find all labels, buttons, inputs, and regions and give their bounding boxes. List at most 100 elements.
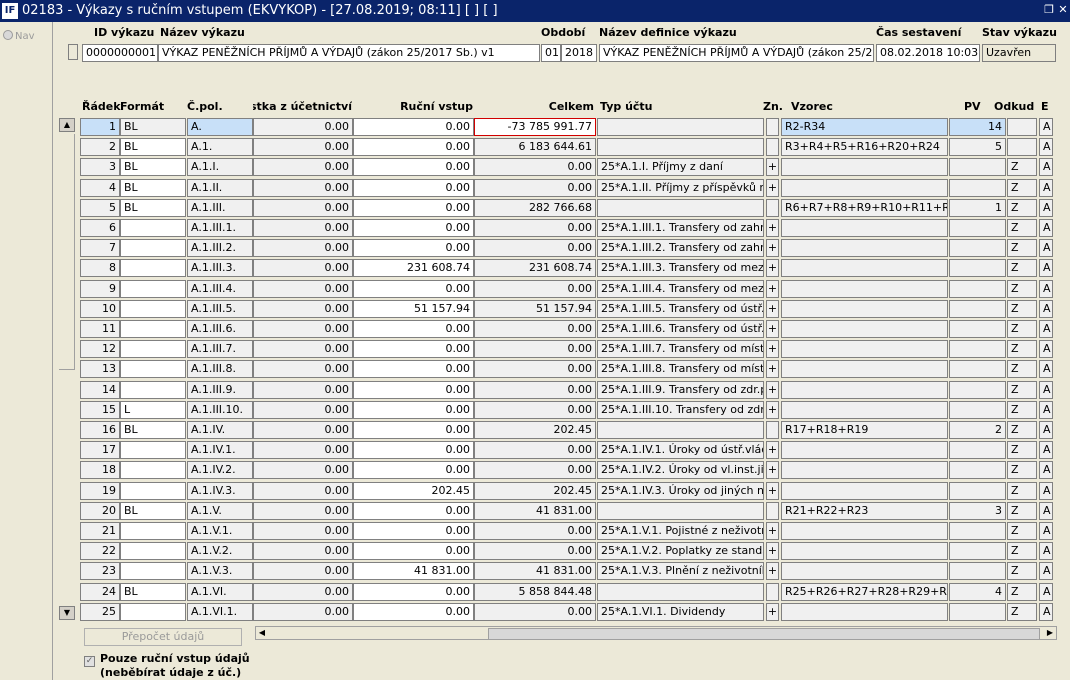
cell-e[interactable]: A [1039, 400, 1053, 419]
cell-zn[interactable]: + [766, 380, 779, 399]
cell-e[interactable]: A [1039, 602, 1053, 621]
cell-vzorec[interactable] [781, 602, 948, 621]
cell-pv[interactable] [949, 380, 1006, 399]
cell-odkud[interactable]: Z [1007, 259, 1037, 278]
cell-odkud[interactable]: Z [1007, 421, 1037, 439]
cell-typ[interactable] [597, 198, 764, 217]
cell-cpol[interactable]: A.1.V. [187, 501, 253, 520]
cell-odkud[interactable]: Z [1007, 219, 1037, 237]
cell-e[interactable]: A [1039, 360, 1053, 379]
cell-format[interactable] [120, 320, 186, 338]
cell-zn[interactable]: + [766, 219, 779, 237]
cell-e[interactable]: A [1039, 582, 1053, 601]
cell-typ[interactable]: 25*A.1.V.2. Poplatky ze standard. záruk [597, 542, 764, 561]
cell-rucni[interactable]: 0.00 [353, 320, 474, 338]
scroll-down-icon[interactable]: ▼ [59, 606, 75, 620]
cell-rucni[interactable]: 0.00 [353, 279, 474, 298]
cell-cpol[interactable]: A.1. [187, 138, 253, 157]
cell-rucni[interactable]: 0.00 [353, 400, 474, 419]
cell-format[interactable]: BL [120, 178, 186, 197]
cell-odkud[interactable]: Z [1007, 542, 1037, 561]
cell-zn[interactable] [766, 501, 779, 520]
cell-typ[interactable]: 25*A.1.VI.1. Dividendy [597, 602, 764, 621]
cell-radek[interactable]: 21 [80, 522, 120, 540]
cell-pv[interactable] [949, 299, 1006, 318]
cell-zn[interactable]: + [766, 542, 779, 561]
cell-vzorec[interactable]: R25+R26+R27+R28+R29+R30+R31 [781, 582, 948, 601]
cell-vzorec[interactable] [781, 562, 948, 581]
cell-zn[interactable]: + [766, 441, 779, 460]
cell-typ[interactable] [597, 501, 764, 520]
cell-cpol[interactable]: A.1.VI. [187, 582, 253, 601]
cell-castka[interactable]: 0.00 [253, 582, 353, 601]
cell-vzorec[interactable]: R2-R34 [781, 118, 948, 136]
cell-format[interactable] [120, 481, 186, 500]
cell-vzorec[interactable] [781, 219, 948, 237]
cell-pv[interactable]: 5 [949, 138, 1006, 157]
cell-e[interactable]: A [1039, 340, 1053, 359]
cell-pv[interactable] [949, 178, 1006, 197]
cell-celkem[interactable]: 0.00 [474, 380, 596, 399]
cell-rucni[interactable]: 0.00 [353, 441, 474, 460]
cell-radek[interactable]: 23 [80, 562, 120, 581]
cell-pv[interactable] [949, 400, 1006, 419]
id-field[interactable]: 0000000001 [82, 44, 158, 62]
cell-e[interactable]: A [1039, 481, 1053, 500]
cell-typ[interactable] [597, 138, 764, 157]
cell-cpol[interactable]: A.1.IV.1. [187, 441, 253, 460]
cell-rucni[interactable]: 231 608.74 [353, 259, 474, 278]
cell-odkud[interactable]: Z [1007, 299, 1037, 318]
cell-pv[interactable] [949, 158, 1006, 177]
cell-odkud[interactable]: Z [1007, 360, 1037, 379]
cell-pv[interactable] [949, 320, 1006, 338]
period-month-field[interactable]: 01 [541, 44, 561, 62]
cell-rucni[interactable]: 0.00 [353, 501, 474, 520]
cell-e[interactable]: A [1039, 178, 1053, 197]
cell-typ[interactable]: 25*A.1.III.4. Transfery od mezinárodních… [597, 279, 764, 298]
cell-rucni[interactable]: 0.00 [353, 340, 474, 359]
cell-cpol[interactable]: A.1.III.6. [187, 320, 253, 338]
cell-typ[interactable]: 25*A.1.III.6. Transfery od ústř.vl.inst. [597, 320, 764, 338]
cell-radek[interactable]: 24 [80, 582, 120, 601]
cell-celkem[interactable]: 6 183 644.61 [474, 138, 596, 157]
time-field[interactable]: 08.02.2018 10:03:56 [876, 44, 980, 62]
cell-radek[interactable]: 10 [80, 299, 120, 318]
cell-format[interactable] [120, 360, 186, 379]
cell-cpol[interactable]: A.1.III.8. [187, 360, 253, 379]
cell-cpol[interactable]: A.1.II. [187, 178, 253, 197]
record-selector[interactable] [68, 44, 78, 60]
cell-zn[interactable]: + [766, 299, 779, 318]
cell-pv[interactable]: 1 [949, 198, 1006, 217]
cell-celkem[interactable]: 202.45 [474, 481, 596, 500]
cell-vzorec[interactable] [781, 320, 948, 338]
cell-e[interactable]: A [1039, 299, 1053, 318]
scroll-left-icon[interactable]: ◀ [256, 627, 268, 639]
cell-typ[interactable]: 25*A.1.III.10. Transfery od zdr.poj. [597, 400, 764, 419]
cell-vzorec[interactable] [781, 380, 948, 399]
cell-castka[interactable]: 0.00 [253, 461, 353, 480]
cell-castka[interactable]: 0.00 [253, 118, 353, 136]
cell-rucni[interactable]: 0.00 [353, 118, 474, 136]
cell-odkud[interactable] [1007, 118, 1037, 136]
cell-pv[interactable] [949, 340, 1006, 359]
cell-celkem[interactable]: 0.00 [474, 542, 596, 561]
cell-zn[interactable]: + [766, 461, 779, 480]
cell-celkem[interactable]: 51 157.94 [474, 299, 596, 318]
cell-vzorec[interactable] [781, 279, 948, 298]
cell-e[interactable]: A [1039, 198, 1053, 217]
cell-e[interactable]: A [1039, 259, 1053, 278]
cell-castka[interactable]: 0.00 [253, 259, 353, 278]
cell-odkud[interactable]: Z [1007, 582, 1037, 601]
cell-radek[interactable]: 22 [80, 542, 120, 561]
cell-castka[interactable]: 0.00 [253, 320, 353, 338]
cell-zn[interactable]: + [766, 259, 779, 278]
cell-odkud[interactable]: Z [1007, 178, 1037, 197]
cell-format[interactable]: BL [120, 198, 186, 217]
cell-vzorec[interactable] [781, 400, 948, 419]
cell-castka[interactable]: 0.00 [253, 421, 353, 439]
cell-rucni[interactable]: 0.00 [353, 360, 474, 379]
cell-cpol[interactable]: A.1.III. [187, 198, 253, 217]
cell-cpol[interactable]: A.1.I. [187, 158, 253, 177]
cell-rucni[interactable]: 0.00 [353, 138, 474, 157]
cell-e[interactable]: A [1039, 380, 1053, 399]
